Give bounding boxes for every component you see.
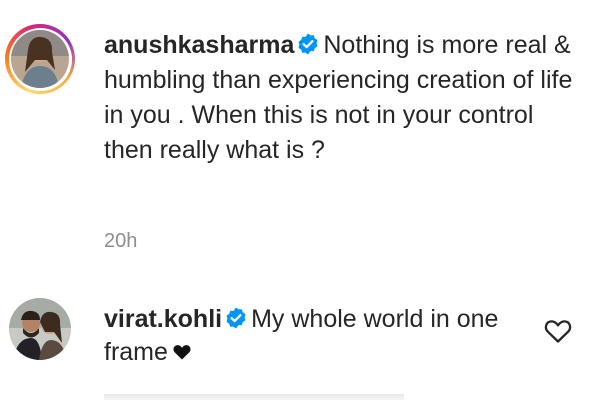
verified-badge-icon — [298, 33, 318, 55]
story-ring[interactable] — [5, 24, 75, 94]
verified-badge-icon — [226, 307, 246, 329]
comment-avatar-image — [9, 298, 71, 360]
comment-text: virat.kohli My whole world in one frame — [104, 303, 524, 369]
post-caption: anushkasharma Nothing is more real & humb… — [0, 0, 600, 270]
comment-username[interactable]: virat.kohli — [104, 305, 222, 333]
comment-item: virat.kohli My whole world in one frame — [0, 290, 600, 400]
avatar[interactable] — [11, 30, 69, 88]
black-heart-icon — [173, 345, 191, 360]
caption-text: anushkasharma Nothing is more real & humb… — [104, 28, 574, 168]
avatar-image — [11, 30, 69, 88]
comment-avatar[interactable] — [9, 298, 71, 360]
avatar-border — [8, 27, 72, 91]
post-timestamp[interactable]: 20h — [104, 230, 137, 253]
post-username[interactable]: anushkasharma — [104, 31, 294, 59]
heart-outline-icon — [544, 320, 572, 343]
like-button[interactable] — [544, 318, 572, 344]
cutoff-reply-row — [104, 394, 404, 400]
